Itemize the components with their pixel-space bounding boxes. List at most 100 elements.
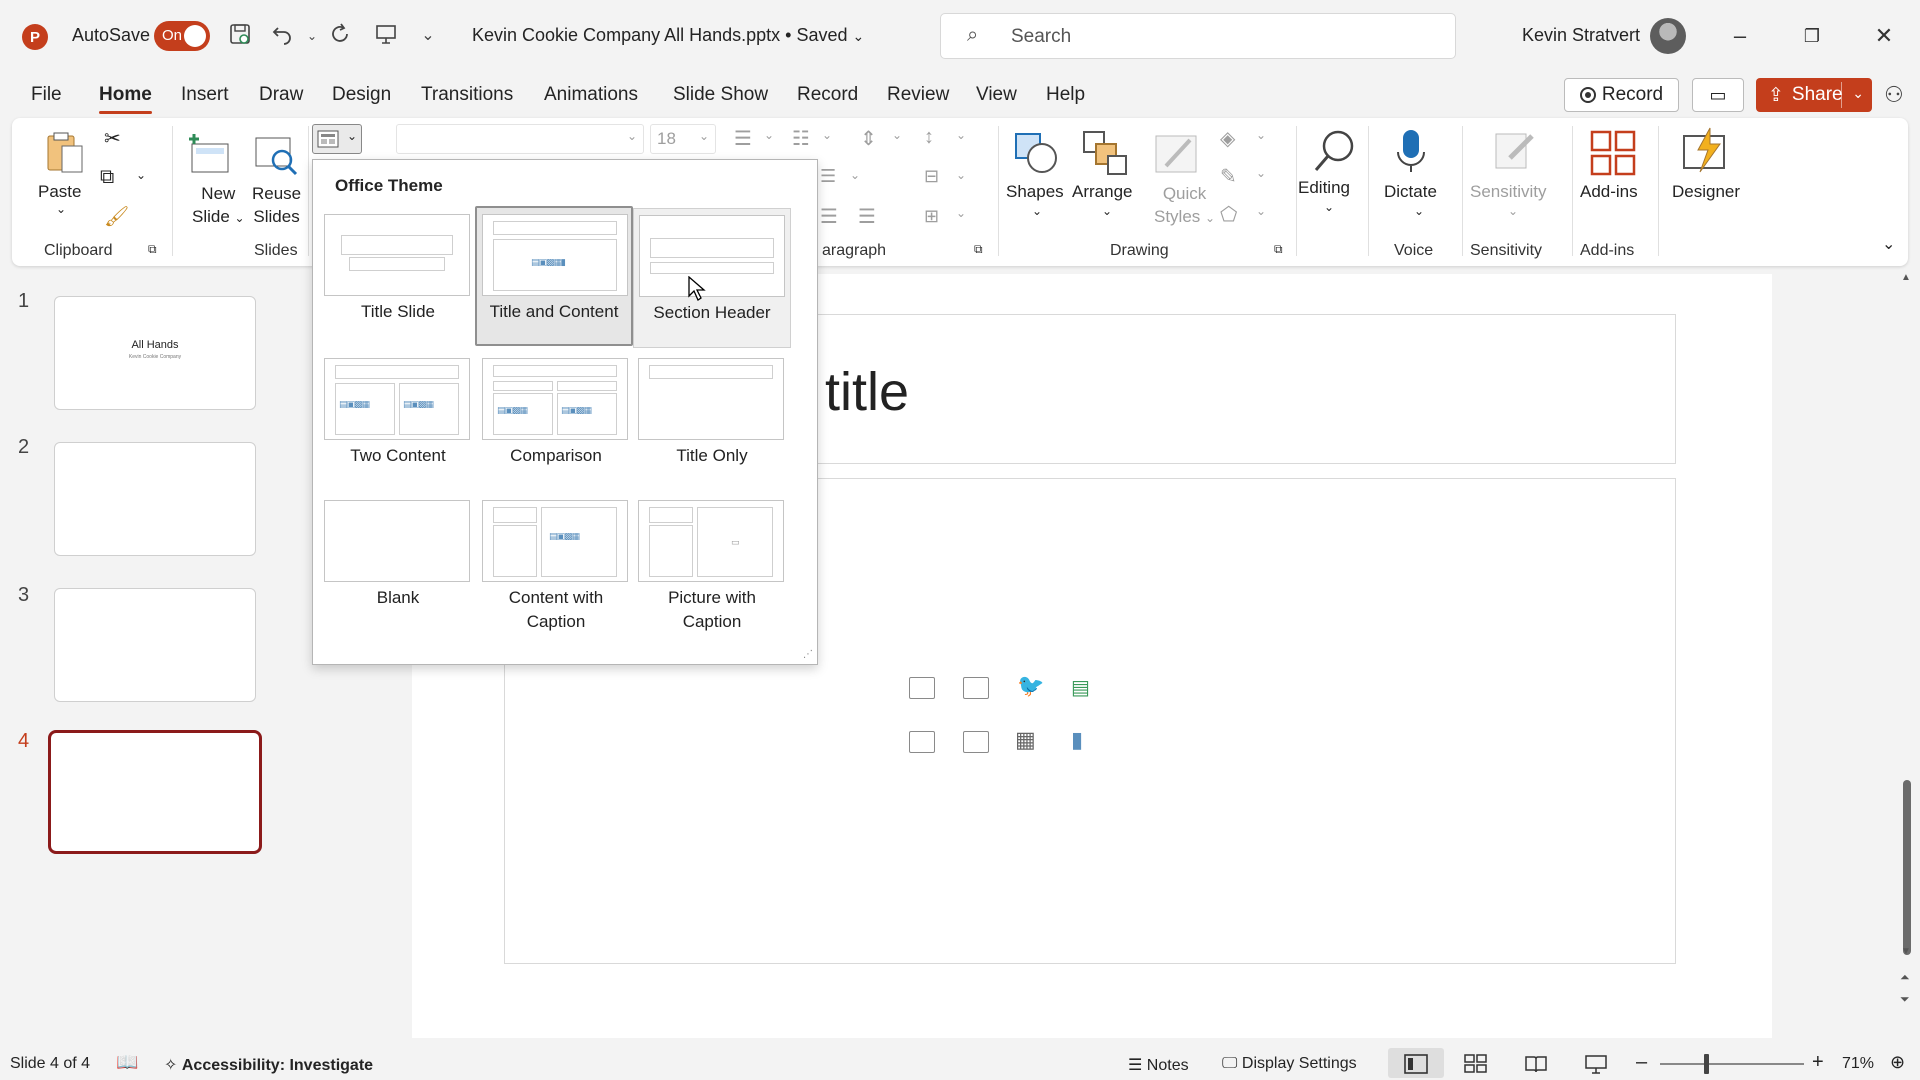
spelling-check-icon[interactable]: 📖 [116, 1052, 138, 1073]
chevron-down-icon[interactable]: ⌄ [1032, 204, 1042, 218]
new-slide-icon[interactable] [186, 130, 236, 180]
document-title[interactable]: Kevin Cookie Company All Hands.pptx • Sa… [472, 25, 864, 46]
numbering-icon[interactable]: ☷ [792, 126, 810, 151]
chevron-down-icon[interactable]: ⌄ [1256, 128, 1266, 142]
pictures-icon[interactable] [963, 677, 989, 699]
chart-icon[interactable]: ▮ [1071, 727, 1083, 753]
table-icon[interactable]: ▦ [1015, 727, 1036, 753]
layout-content-with-caption[interactable]: ▤▣▩▦ Content with Caption [477, 494, 635, 654]
justify-icon[interactable]: ☰ [858, 204, 876, 229]
notes-button[interactable]: ☰ Notes [1128, 1055, 1189, 1075]
restore-icon[interactable]: ❐ [1792, 18, 1832, 54]
slide-thumbnail[interactable] [54, 588, 256, 702]
user-name[interactable]: Kevin Stratvert [1522, 25, 1640, 46]
microphone-icon[interactable] [1386, 126, 1436, 176]
chevron-down-icon[interactable]: ⌄ [1256, 204, 1266, 218]
reuse-slides-icon[interactable] [252, 130, 302, 180]
align-text-icon[interactable]: ⊟ [924, 166, 939, 187]
text-direction-icon[interactable]: ↕ [924, 126, 934, 149]
cameo-icon[interactable] [909, 731, 935, 753]
chevron-down-icon[interactable]: ⌄ [1508, 204, 1518, 218]
chevron-down-icon[interactable]: ⌄ [850, 168, 860, 182]
reading-view-icon[interactable] [1524, 1054, 1548, 1074]
font-name-combo[interactable]: ⌄ [396, 124, 644, 154]
undo-dropdown-icon[interactable]: ⌄ [298, 22, 326, 50]
editing-label[interactable]: Editing [1298, 178, 1350, 198]
sensitivity-icon[interactable] [1490, 126, 1540, 176]
new-slide-button[interactable]: New Slide ⌄ [192, 182, 245, 230]
customize-quick-access-icon[interactable]: ⌄ [414, 22, 442, 50]
undo-icon[interactable] [268, 22, 296, 50]
zoom-in-icon[interactable]: + [1812, 1051, 1824, 1074]
tab-home[interactable]: Home [99, 84, 152, 114]
chevron-down-icon[interactable]: ⌄ [1324, 200, 1334, 214]
chevron-down-icon[interactable]: ⌄ [1256, 166, 1266, 180]
resize-grip-icon[interactable]: ⋰ [803, 649, 813, 660]
add-ins-label[interactable]: Add-ins [1580, 182, 1638, 202]
layout-two-content[interactable]: ▤▣▩▦ ▤▣▩▦ Two Content [319, 352, 477, 492]
copy-icon[interactable]: ⧉ [100, 166, 114, 189]
chevron-down-icon[interactable]: ⌄ [1852, 85, 1864, 102]
designer-icon[interactable] [1680, 126, 1730, 176]
scroll-down-icon[interactable]: ▼ [1901, 946, 1911, 957]
share-button[interactable]: ⇪ Share ⌄ [1756, 78, 1872, 112]
bullets-icon[interactable]: ☰ [734, 126, 752, 151]
shape-fill-icon[interactable]: ◈ [1220, 126, 1235, 151]
zoom-out-icon[interactable]: – [1636, 1051, 1647, 1074]
stock-images-icon[interactable] [909, 677, 935, 699]
designer-label[interactable]: Designer [1672, 182, 1740, 202]
chevron-down-icon[interactable]: ⌄ [1414, 204, 1424, 218]
quick-styles-button[interactable]: Quick Styles ⌄ [1154, 182, 1215, 230]
tab-insert[interactable]: Insert [181, 84, 229, 106]
icons-icon[interactable]: 🐦 [1017, 673, 1044, 699]
layout-section-header[interactable]: Section Header [633, 208, 791, 348]
quick-styles-icon[interactable] [1152, 128, 1202, 178]
smartart-icon[interactable]: ⊞ [924, 206, 939, 227]
layout-picture-with-caption[interactable]: ▭ Picture with Caption [633, 494, 791, 654]
save-icon[interactable] [226, 22, 254, 50]
tab-slide-show[interactable]: Slide Show [673, 84, 768, 106]
add-ins-icon[interactable] [1588, 128, 1638, 178]
layout-button[interactable]: ⌄ [312, 124, 362, 154]
comments-button[interactable]: ▭ [1692, 78, 1744, 112]
previous-slide-icon[interactable]: ⏶ [1900, 970, 1910, 985]
shape-outline-icon[interactable]: ✎ [1220, 164, 1237, 189]
coauthor-icon[interactable]: ⚇ [1884, 82, 1904, 108]
chevron-down-icon[interactable]: ⌄ [136, 168, 146, 182]
tab-file[interactable]: File [31, 84, 62, 106]
smartart-icon[interactable]: ▤ [1071, 675, 1090, 700]
normal-view-button[interactable] [1388, 1048, 1444, 1078]
avatar[interactable] [1650, 18, 1686, 54]
chevron-down-icon[interactable]: ⌄ [956, 128, 966, 142]
accessibility-checker[interactable]: ✧ Accessibility: Investigate [164, 1055, 373, 1075]
scroll-up-icon[interactable]: ▲ [1901, 272, 1911, 283]
scrollbar-thumb[interactable] [1903, 780, 1911, 955]
font-size-combo[interactable]: 18 ⌄ [650, 124, 716, 154]
tab-view[interactable]: View [976, 84, 1017, 106]
align-right-icon[interactable]: ☰ [820, 204, 838, 229]
vertical-scrollbar[interactable]: ▲ ▼ ⏶ ⏷ [1898, 270, 1916, 1040]
dialog-launcher-icon[interactable]: ⧉ [974, 242, 983, 257]
line-spacing-icon[interactable]: ⇕ [860, 126, 877, 151]
indent-icon[interactable]: ☰ [820, 166, 836, 187]
reuse-slides-button[interactable]: Reuse Slides [252, 182, 301, 228]
find-icon[interactable] [1310, 126, 1360, 176]
slide-thumbnail[interactable]: All Hands Kevin Cookie Company [54, 296, 256, 410]
tab-animations[interactable]: Animations [544, 84, 638, 106]
slide-sorter-icon[interactable] [1464, 1054, 1488, 1074]
search-input[interactable]: ⌕ Search [940, 13, 1456, 59]
slide-thumbnail[interactable] [54, 442, 256, 556]
next-slide-icon[interactable]: ⏷ [1900, 992, 1910, 1007]
zoom-level[interactable]: 71% [1842, 1055, 1874, 1073]
shapes-icon[interactable] [1012, 128, 1062, 178]
format-painter-icon[interactable]: 🖌 [104, 204, 129, 229]
layout-title-only[interactable]: Title Only [633, 352, 791, 492]
present-from-start-icon[interactable] [372, 22, 400, 50]
tab-transitions[interactable]: Transitions [421, 84, 513, 106]
chevron-down-icon[interactable]: ⌄ [892, 128, 902, 142]
zoom-slider[interactable] [1660, 1063, 1804, 1065]
autosave-toggle[interactable]: On [154, 21, 210, 51]
layout-title-slide[interactable]: Title Slide [319, 208, 477, 348]
tab-design[interactable]: Design [332, 84, 391, 106]
record-button[interactable]: Record [1564, 78, 1679, 112]
